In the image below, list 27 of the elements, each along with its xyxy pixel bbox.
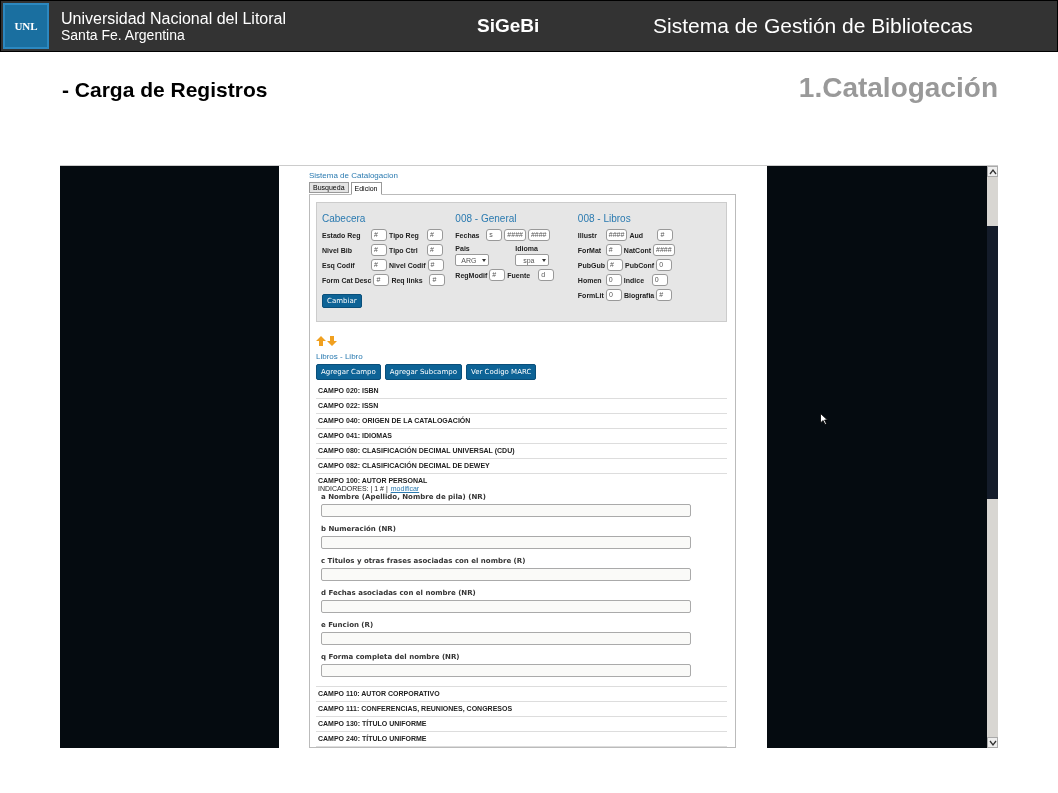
scroll-up-icon[interactable] [987, 166, 998, 177]
logo: UNL [3, 3, 49, 49]
section-heading: 008 - Libros [577, 213, 632, 224]
input-field[interactable] [321, 664, 691, 677]
scrollbar-thumb[interactable] [987, 226, 998, 499]
scroll-down-icon[interactable] [987, 737, 998, 748]
input-field[interactable] [321, 568, 691, 581]
app-title[interactable]: Sistema de Catalogacion [309, 171, 767, 182]
university-name: Universidad Nacional del Litoral [61, 9, 287, 27]
section-heading: Cabecera [322, 213, 367, 224]
slide-subtitle: - Carga de Registros [62, 78, 268, 102]
university-city: Santa Fe. Argentina [61, 26, 186, 43]
input-field[interactable] [321, 536, 691, 549]
section-heading: 008 - General [455, 213, 518, 224]
input-field[interactable] [321, 504, 691, 517]
dropdown-arrow-icon [482, 258, 487, 262]
app-name: SiGeBi [477, 15, 541, 37]
dropdown-arrow-icon [542, 258, 547, 262]
scrollbar[interactable] [987, 166, 998, 748]
arrow-up-icon[interactable] [316, 336, 326, 346]
mouse-pointer-icon [820, 413, 828, 425]
input-field[interactable] [321, 600, 691, 613]
template-link[interactable]: Libros - Libro [316, 352, 727, 361]
slide-section-title: 1.Catalogación [798, 72, 998, 104]
input-field[interactable] [321, 632, 691, 645]
system-name: Sistema de Gestión de Bibliotecas [653, 14, 973, 38]
arrow-down-icon[interactable] [327, 336, 337, 346]
